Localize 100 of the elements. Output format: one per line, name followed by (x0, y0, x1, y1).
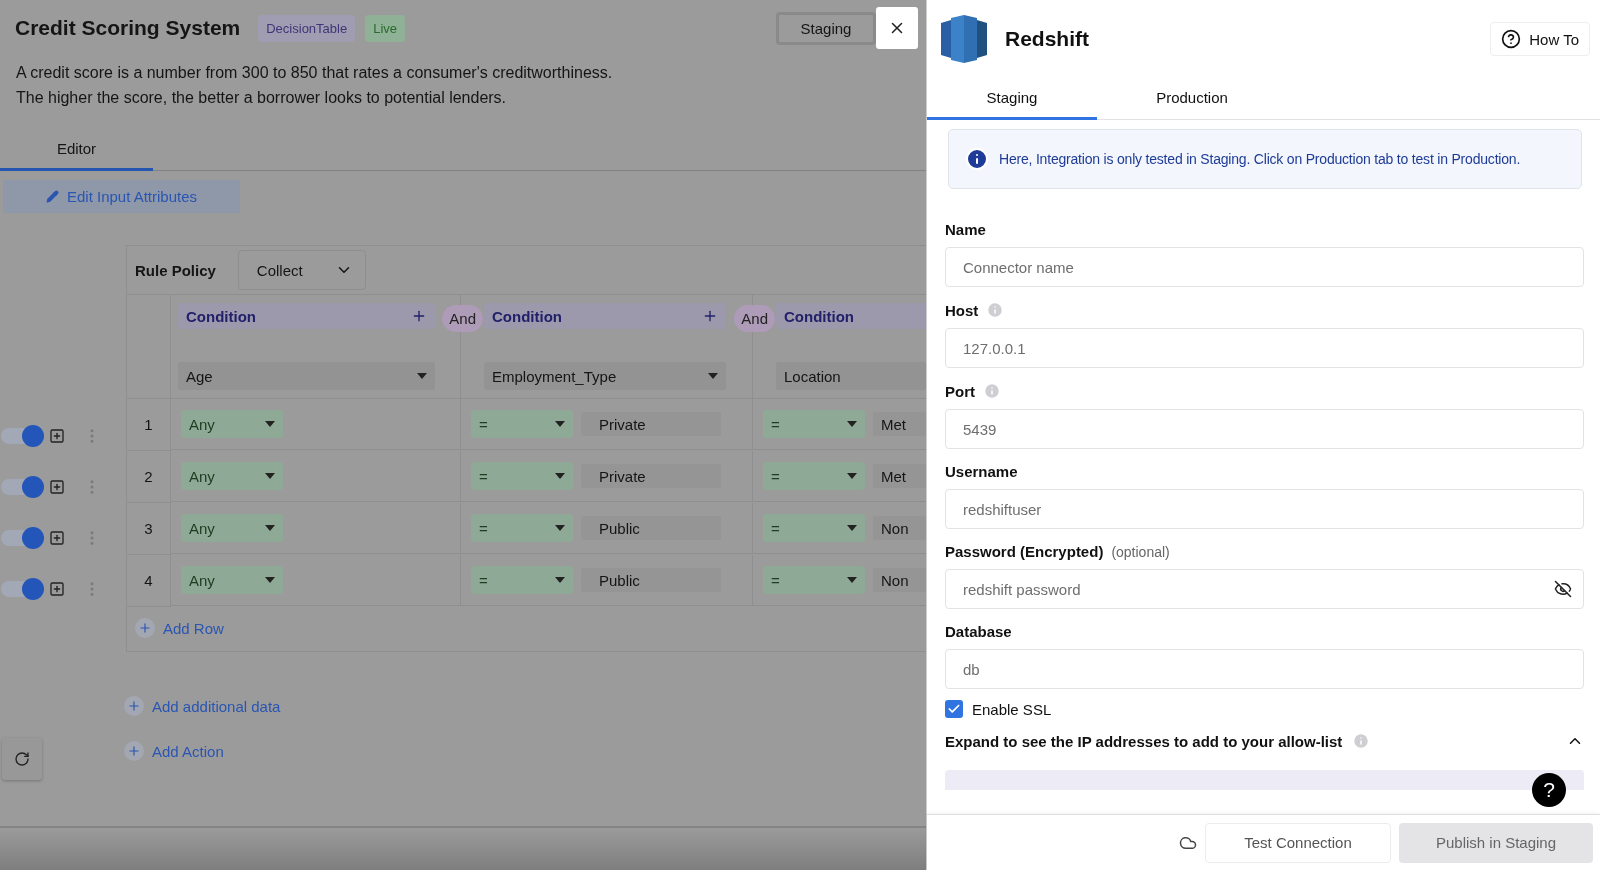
and-connector: And (734, 305, 775, 332)
ssl-checkbox[interactable] (945, 700, 963, 718)
row-number: 1 (127, 399, 171, 451)
dropdown-caret-icon (265, 473, 275, 479)
status-badge: Live (365, 14, 406, 42)
row-number: 2 (127, 451, 171, 503)
value-field[interactable]: Non (873, 516, 926, 540)
duplicate-icon[interactable] (49, 580, 65, 597)
operator-select[interactable]: = (763, 410, 865, 438)
text-field[interactable]: db (945, 649, 1584, 689)
dropdown-caret-icon (265, 525, 275, 531)
type-badge: DecisionTable (258, 14, 356, 42)
help-icon (1501, 29, 1522, 49)
row-toggle[interactable] (1, 529, 41, 546)
description-text: The higher the score, the better a borrower looks to potential lenders. (15, 88, 508, 108)
condition-header: Condition (178, 303, 435, 329)
row-number: 3 (127, 503, 171, 555)
test-connection-button[interactable]: Test Connection (1205, 822, 1391, 863)
environment-tab[interactable]: Production (1097, 78, 1287, 120)
close-button[interactable] (876, 7, 918, 49)
info-icon (1352, 732, 1371, 750)
value-field[interactable]: Private (581, 464, 721, 488)
text-field[interactable]: redshiftuser (945, 489, 1584, 529)
operator-select[interactable]: = (471, 462, 573, 490)
attribute-select[interactable]: Location (776, 362, 926, 390)
dropdown-caret-icon (708, 373, 718, 379)
operator-select[interactable]: = (471, 410, 573, 438)
dropdown-caret-icon (265, 577, 275, 583)
environment-button[interactable]: Staging (776, 11, 876, 45)
info-message: Here, Integration is only tested in Staging. Click on Production tab to test in Production. (999, 151, 1521, 167)
description-text: A credit score is a number from 300 to 850 that rates a consumer's creditworthiness. (15, 63, 614, 83)
operator-select[interactable]: = (471, 514, 573, 542)
row-toggle[interactable] (1, 478, 41, 495)
text-field[interactable]: 5439 (945, 409, 1584, 449)
value-field[interactable]: Public (581, 568, 721, 592)
dropdown-caret-icon (555, 421, 565, 427)
add-icon[interactable] (702, 308, 718, 324)
operator-select[interactable]: Any (181, 462, 283, 490)
panel-title: Redshift (1005, 27, 1089, 51)
field-label: Password (Encrypted) (945, 543, 1104, 560)
condition-header: Condition (484, 303, 726, 329)
duplicate-icon[interactable] (49, 478, 65, 495)
operator-select[interactable]: = (763, 514, 865, 542)
publish-button[interactable]: Publish in Staging (1399, 822, 1593, 863)
page-title: Credit Scoring System (15, 16, 241, 40)
condition-header: Condition (776, 303, 926, 329)
add-icon[interactable] (411, 308, 427, 324)
row-number: 4 (127, 555, 171, 607)
info-icon (965, 147, 989, 171)
environment-tab[interactable]: Staging (927, 78, 1097, 120)
value-field[interactable]: Private (581, 412, 721, 436)
and-connector: And (442, 305, 483, 332)
field-label: Host (945, 301, 979, 319)
text-field[interactable]: 127.0.0.1 (945, 328, 1584, 368)
field-label: Username (945, 463, 1018, 480)
value-field[interactable]: Public (581, 516, 721, 540)
attribute-select[interactable]: Age (178, 362, 435, 390)
checkmark-icon (947, 702, 961, 716)
refresh-button[interactable] (2, 738, 42, 780)
dropdown-caret-icon (555, 525, 565, 531)
plus-icon (127, 699, 141, 713)
row-toggle[interactable] (1, 427, 41, 444)
row-toggle[interactable] (1, 580, 41, 597)
help-button[interactable]: ? (1532, 773, 1566, 807)
text-field[interactable]: Connector name (945, 247, 1584, 287)
operator-select[interactable]: = (763, 462, 865, 490)
dropdown-caret-icon (555, 577, 565, 583)
dropdown-caret-icon (847, 473, 857, 479)
dropdown-caret-icon (847, 421, 857, 427)
operator-select[interactable]: Any (181, 514, 283, 542)
expand-label: Expand to see the IP addresses to add to your allow-list (945, 732, 1343, 750)
editor-tab[interactable]: Editor (0, 130, 153, 171)
dropdown-caret-icon (847, 577, 857, 583)
operator-select[interactable]: Any (181, 410, 283, 438)
rule-policy-select[interactable]: Collect (237, 250, 366, 290)
field-label: Name (945, 221, 986, 238)
operator-select[interactable]: = (763, 566, 865, 594)
dropdown-caret-icon (847, 525, 857, 531)
ssl-label: Enable SSL (972, 700, 1052, 718)
duplicate-icon[interactable] (49, 427, 65, 444)
rule-policy-label: Rule Policy (135, 261, 216, 279)
pencil-icon (45, 190, 59, 203)
field-label: Database (945, 623, 1012, 640)
how-to-button[interactable]: How To (1490, 22, 1590, 56)
duplicate-icon[interactable] (49, 529, 65, 546)
refresh-icon (14, 751, 30, 767)
dropdown-caret-icon (555, 473, 565, 479)
dropdown-caret-icon (417, 373, 427, 379)
value-field[interactable]: Non (873, 568, 926, 592)
plus-icon (138, 621, 152, 635)
optional-hint: (optional) (1111, 543, 1170, 560)
text-field[interactable]: redshift password (945, 569, 1584, 609)
operator-select[interactable]: = (471, 566, 573, 594)
database-columns-icon (941, 15, 987, 63)
operator-select[interactable]: Any (181, 566, 283, 594)
value-field[interactable]: Met (873, 464, 926, 488)
value-field[interactable]: Met (873, 412, 926, 436)
plus-icon (127, 744, 141, 758)
attribute-select[interactable]: Employment_Type (484, 362, 726, 390)
hide-password-icon[interactable] (1554, 580, 1572, 598)
